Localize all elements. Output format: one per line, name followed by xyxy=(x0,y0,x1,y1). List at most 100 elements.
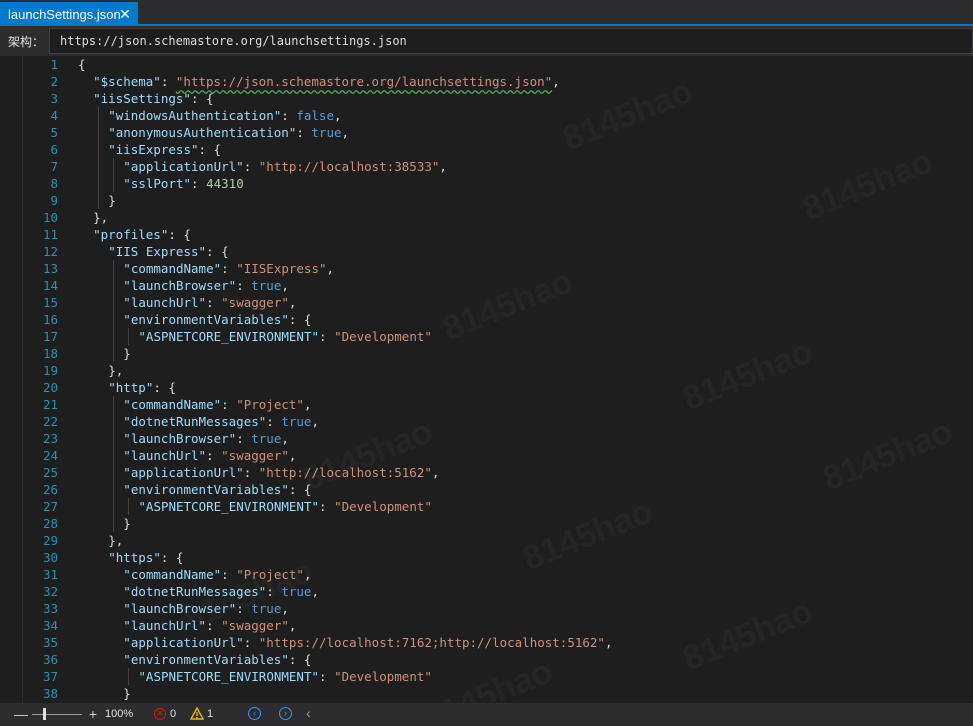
line-number: 15 xyxy=(42,295,58,310)
tab-launchsettings[interactable]: launchSettings.json ✕ xyxy=(0,2,138,26)
code-token: } xyxy=(123,516,131,531)
code-line[interactable]: }, xyxy=(93,209,108,226)
code-token: : xyxy=(281,108,297,123)
warning-count[interactable]: 1 xyxy=(207,708,213,720)
code-line[interactable]: } xyxy=(123,345,131,362)
code-area[interactable]: { "$schema": "https://json.schemastore.or… xyxy=(78,56,973,703)
next-issue-icon[interactable]: › xyxy=(279,707,292,720)
code-token: : { xyxy=(288,652,312,667)
code-token: : { xyxy=(168,227,191,242)
code-token: "http" xyxy=(108,380,154,395)
line-number: 23 xyxy=(42,431,58,446)
code-line[interactable]: "applicationUrl": "http://localhost:3853… xyxy=(123,158,447,175)
code-line[interactable]: "ASPNETCORE_ENVIRONMENT": "Development" xyxy=(138,498,432,515)
code-line[interactable]: "launchBrowser": true, xyxy=(123,277,289,294)
code-line[interactable]: "windowsAuthentication": false, xyxy=(108,107,341,124)
code-line[interactable]: "anonymousAuthentication": true, xyxy=(108,124,349,141)
code-editor[interactable]: 1 2 3 4 5 6 7 8 9 10 11 12 13 14 15 16 17 18 19 20 21 22 23 24 2… xyxy=(0,56,973,703)
error-icon[interactable]: × xyxy=(154,708,166,720)
zoom-out-icon[interactable]: — xyxy=(14,706,28,722)
code-line[interactable]: "applicationUrl": "http://localhost:5162… xyxy=(123,464,439,481)
code-token: , xyxy=(281,278,289,293)
code-token: "iisExpress" xyxy=(108,142,199,157)
code-line[interactable]: }, xyxy=(108,362,123,379)
indent-guide xyxy=(112,260,114,362)
code-line[interactable]: "iisSettings": { xyxy=(93,90,213,107)
line-number: 9 xyxy=(50,193,58,208)
code-line[interactable]: { xyxy=(78,56,86,73)
schema-bar: 架构： xyxy=(0,26,973,56)
code-line[interactable]: "launchBrowser": true, xyxy=(123,600,289,617)
code-line[interactable]: } xyxy=(108,192,116,209)
code-token: : xyxy=(243,159,259,174)
zoom-slider-thumb[interactable] xyxy=(43,708,46,720)
line-number: 25 xyxy=(42,465,58,480)
code-line[interactable]: "ASPNETCORE_ENVIRONMENT": "Development" xyxy=(138,328,432,345)
code-token: , xyxy=(552,74,560,89)
code-line[interactable]: "commandName": "Project", xyxy=(123,566,311,583)
error-count[interactable]: 0 xyxy=(170,708,176,720)
code-line[interactable]: "commandName": "Project", xyxy=(123,396,311,413)
code-token: 44310 xyxy=(206,176,244,191)
code-line[interactable]: "ASPNETCORE_ENVIRONMENT": "Development" xyxy=(138,668,432,685)
code-token: "applicationUrl" xyxy=(123,465,244,480)
code-token: : xyxy=(319,329,335,344)
schema-input[interactable] xyxy=(49,28,973,54)
line-number: 8 xyxy=(50,176,58,191)
code-line[interactable]: } xyxy=(123,515,131,532)
code-line[interactable]: "applicationUrl": "https://localhost:716… xyxy=(123,634,612,651)
code-line[interactable]: "dotnetRunMessages": true, xyxy=(123,583,319,600)
code-token: , xyxy=(439,159,447,174)
code-token: , xyxy=(326,261,335,276)
code-line[interactable]: } xyxy=(123,685,131,702)
line-number: 3 xyxy=(50,91,58,106)
zoom-slider[interactable] xyxy=(32,714,82,715)
previous-issue-icon[interactable]: ‹ xyxy=(248,707,261,720)
code-line[interactable]: "environmentVariables": { xyxy=(123,481,311,498)
code-token: "commandName" xyxy=(123,397,222,412)
code-token: "https" xyxy=(108,550,161,565)
line-number: 4 xyxy=(50,108,58,123)
code-token: "https://json.schemastore.org/launchsett… xyxy=(175,74,553,89)
code-line[interactable]: "IIS Express": { xyxy=(108,243,228,260)
code-token: : xyxy=(206,295,222,310)
code-line[interactable]: "profiles": { xyxy=(93,226,191,243)
code-line[interactable]: "launchUrl": "swagger", xyxy=(123,294,296,311)
zoom-in-icon[interactable]: + xyxy=(86,706,100,722)
navigate-back-icon[interactable]: ‹ xyxy=(306,705,311,721)
code-line[interactable]: "environmentVariables": { xyxy=(123,651,311,668)
code-line[interactable]: "$schema": "https://json.schemastore.org… xyxy=(93,73,560,90)
code-line[interactable]: "launchBrowser": true, xyxy=(123,430,289,447)
code-line[interactable]: "dotnetRunMessages": true, xyxy=(123,413,319,430)
code-line[interactable]: "sslPort": 44310 xyxy=(123,175,243,192)
code-token: "launchBrowser" xyxy=(123,431,237,446)
code-line[interactable]: "iisExpress": { xyxy=(108,141,221,158)
code-token: }, xyxy=(108,533,124,548)
code-token: "launchUrl" xyxy=(123,295,207,310)
code-token: : xyxy=(266,584,282,599)
code-token: , xyxy=(303,397,312,412)
indent-guide xyxy=(128,328,130,345)
code-token: : { xyxy=(206,244,229,259)
code-token: : xyxy=(319,669,335,684)
code-line[interactable]: "environmentVariables": { xyxy=(123,311,311,328)
glyph-margin[interactable] xyxy=(0,56,23,703)
code-token: , xyxy=(281,601,289,616)
code-line[interactable]: "launchUrl": "swagger", xyxy=(123,617,296,634)
code-token: "ASPNETCORE_ENVIRONMENT" xyxy=(138,329,320,344)
line-number: 34 xyxy=(42,618,58,633)
code-line[interactable]: "commandName": "IISExpress", xyxy=(123,260,334,277)
code-token: : xyxy=(296,125,312,140)
indent-guide xyxy=(112,158,114,192)
line-number: 38 xyxy=(42,686,58,701)
code-line[interactable]: "https": { xyxy=(108,549,183,566)
warning-icon[interactable] xyxy=(190,707,204,720)
code-line[interactable]: "launchUrl": "swagger", xyxy=(123,447,296,464)
close-icon[interactable]: ✕ xyxy=(117,6,133,22)
line-number: 35 xyxy=(42,635,58,650)
code-line[interactable]: "http": { xyxy=(108,379,176,396)
zoom-level[interactable]: 100% xyxy=(105,708,133,720)
code-line[interactable]: }, xyxy=(108,532,123,549)
line-number: 11 xyxy=(42,227,58,242)
line-number: 7 xyxy=(50,159,58,174)
